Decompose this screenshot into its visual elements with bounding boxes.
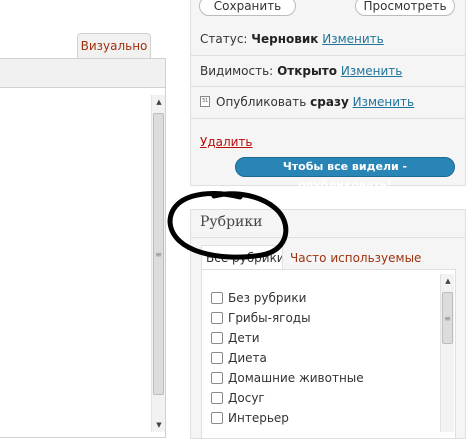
divider	[191, 118, 465, 119]
visibility-value: Открыто	[277, 64, 338, 78]
category-label: Досуг	[228, 391, 265, 405]
category-label: Без рубрики	[228, 291, 307, 305]
delete-link[interactable]: Удалить	[200, 135, 253, 149]
editor-toolbar	[0, 58, 166, 88]
tab-visual[interactable]: Визуально	[77, 33, 151, 58]
list-item[interactable]: Без рубрики	[211, 289, 306, 307]
list-item[interactable]: Домашние животные	[211, 369, 364, 387]
checkbox[interactable]	[211, 392, 223, 404]
status-label: Статус:	[200, 32, 248, 46]
publish-button[interactable]: Чтобы все видели - опубликовать!	[235, 157, 455, 191]
publish-time-label: Опубликовать	[216, 95, 307, 109]
category-label: Интерьер	[228, 411, 289, 425]
publish-time-edit-link[interactable]: Изменить	[353, 95, 415, 109]
checkbox[interactable]	[211, 372, 223, 384]
publish-time-value: сразу	[310, 95, 349, 109]
divider	[191, 55, 465, 56]
category-label: Дети	[228, 331, 260, 345]
list-item[interactable]: Интерьер	[211, 409, 289, 427]
divider	[191, 237, 465, 238]
status-edit-link[interactable]: Изменить	[322, 32, 384, 46]
checkbox[interactable]	[211, 332, 223, 344]
scroll-down-arrow-icon[interactable]: ▼	[152, 418, 166, 432]
categories-scrollbar[interactable]: ▲ ≡	[440, 274, 454, 432]
scroll-up-arrow-icon[interactable]: ▲	[441, 274, 455, 288]
editor-scrollbar[interactable]: ▲ ≡ ▼	[151, 95, 165, 432]
checkbox[interactable]	[211, 292, 223, 304]
visibility-edit-link[interactable]: Изменить	[341, 64, 403, 78]
scroll-up-arrow-icon[interactable]: ▲	[152, 95, 166, 109]
category-label: Домашние животные	[228, 371, 364, 385]
category-label: Грибы-ягоды	[228, 311, 311, 325]
list-item[interactable]: Дети	[211, 329, 260, 347]
editor-content-area[interactable]	[0, 88, 166, 438]
status-value: Черновик	[251, 32, 319, 46]
list-item[interactable]: Досуг	[211, 389, 265, 407]
editor-scroll-thumb[interactable]: ≡	[153, 113, 164, 395]
visibility-row: Видимость: Открыто Изменить	[200, 64, 402, 78]
divider	[191, 86, 465, 87]
visibility-label: Видимость:	[200, 64, 274, 78]
checkbox[interactable]	[211, 352, 223, 364]
calendar-icon: 31	[200, 96, 210, 107]
list-item[interactable]: Диета	[211, 349, 267, 367]
category-label: Диета	[228, 351, 267, 365]
checkbox[interactable]	[211, 312, 223, 324]
list-item[interactable]: Грибы-ягоды	[211, 309, 311, 327]
preview-button[interactable]: Просмотреть	[355, 0, 455, 16]
categories-title: Рубрики	[200, 214, 263, 230]
tab-all-categories[interactable]: Все рубрики	[201, 245, 283, 269]
status-row: Статус: Черновик Изменить	[200, 32, 384, 46]
checkbox[interactable]	[211, 412, 223, 424]
categories-scroll-thumb[interactable]: ≡	[442, 292, 453, 344]
tab-popular-categories[interactable]: Часто используемые	[290, 251, 421, 265]
publish-time-row: Опубликовать сразу Изменить	[216, 95, 414, 109]
save-button[interactable]: Сохранить	[199, 0, 296, 16]
